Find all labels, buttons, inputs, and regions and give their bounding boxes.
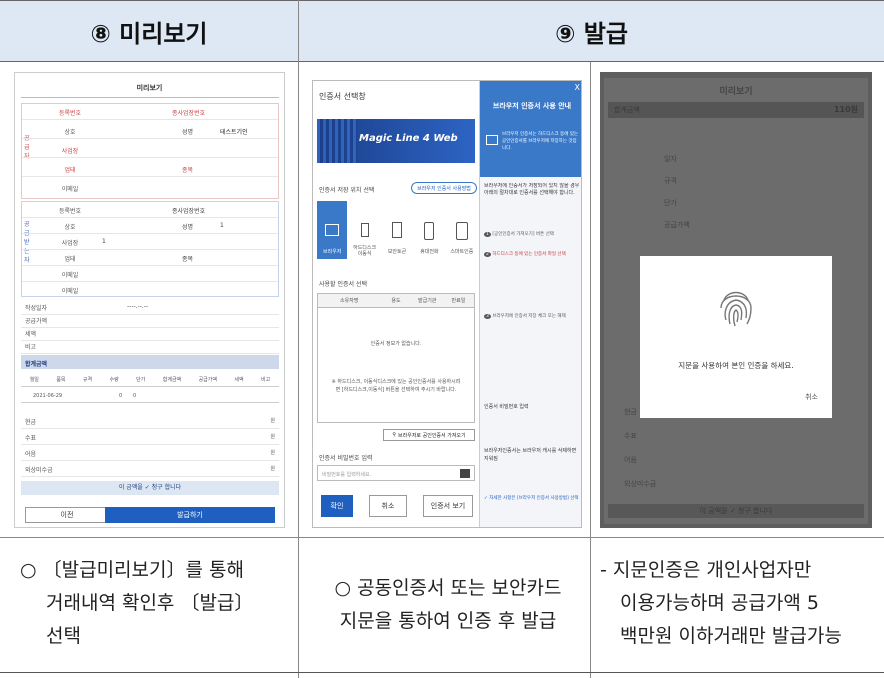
receiver-row-email: 이메일 xyxy=(22,266,278,282)
ok-button[interactable]: 확인 xyxy=(321,495,353,517)
info-header: X 브라우저 인증서 사용 안내 브라우저 인증서는 하드디스크 등에 있는 공… xyxy=(480,81,581,177)
cert-title: 인증서 선택창 xyxy=(319,92,366,101)
prev-button[interactable]: 이전 xyxy=(25,507,109,523)
cert-list-label: 사용할 인증서 선택 xyxy=(319,281,367,288)
fingerprint-icon xyxy=(720,291,752,327)
supplier-row-email: 이메일 xyxy=(61,186,79,193)
browser-cert-help-button[interactable]: 브라우저 인증서 사용방법 xyxy=(411,182,477,194)
fingerprint-modal: 지문을 사용하여 본인 인증을 하세요. 취소 xyxy=(640,256,832,418)
storage-harddisk[interactable]: 하드디스크 이동식 xyxy=(349,201,379,259)
receiver-row-email2: 이메일 xyxy=(61,288,79,295)
browser-icon xyxy=(325,224,340,236)
header-issue: ⑨ 발급 xyxy=(298,0,884,62)
info-icon xyxy=(486,135,498,145)
smartphone-icon xyxy=(455,222,468,240)
item-row: 2021-06-29 0 0 xyxy=(21,389,279,403)
fingerprint-panel: 미리보기 합계금액 110원 일자 규격 단가 공급가액 현금 수표 어음 외상… xyxy=(600,72,872,528)
total-row: 합계금액 xyxy=(21,355,279,369)
storage-phone[interactable]: 휴대전화 xyxy=(414,201,444,259)
receiver-row-addr: 사업장 1 xyxy=(22,234,278,250)
storage-options: 브라우저 하드디스크 이동식 보안토큰 휴대전화 스마트인증 xyxy=(317,201,477,259)
storage-browser[interactable]: 브라우저 xyxy=(317,201,348,259)
step-2-badge: 2 xyxy=(484,252,491,257)
password-input[interactable]: 비밀번호를 입력하세요. xyxy=(317,465,475,481)
usb-icon xyxy=(360,223,369,237)
cert-hint: ※ 하드디스크, 이동식디스크에 있는 공인인증서를 사용하시려면 [하드디스크… xyxy=(331,379,461,393)
no-cert-text: 인증서 정보가 없습니다. xyxy=(370,341,422,347)
supplier-row-reg: 등록번호 종사업장번호 xyxy=(22,104,278,120)
bottom-rule xyxy=(0,672,884,673)
cancel-button[interactable]: 취소 xyxy=(369,495,407,517)
password-label: 인증서 비밀번호 입력 xyxy=(319,455,373,462)
cert-panel: 인증서 선택창 Magic Line 4 Web 인증서 저장 위치 선택 브라… xyxy=(312,80,582,528)
claim-text: 이 금액을 ✓ 청구 합니다 xyxy=(21,481,279,495)
cert-table: 소유자명 용도 발급기관 만료일 인증서 정보가 없습니다. ※ 하드디스크, … xyxy=(317,293,475,423)
receiver-row-reg: 등록번호 종사업장번호 xyxy=(22,202,278,218)
fingerprint-prompt: 지문을 사용하여 본인 인증을 하세요. xyxy=(678,361,794,370)
supplier-row-addr: 사업장 xyxy=(22,142,278,158)
caption-col3: - 지문인증은 개인사업자만 이용가능하며 공급가액 5 백만원 이하거래만 발… xyxy=(600,559,842,647)
storage-label: 인증서 저장 위치 선택 xyxy=(319,187,375,194)
receiver-row-biz: 업태 종목 xyxy=(22,250,278,266)
receiver-row-name: 상호 성명 1 xyxy=(22,218,278,234)
preview-panel: 미리보기 공급자 등록번호 종사업장번호 상호 성명 테스트기인 사업장 업태 종목 이… xyxy=(14,72,285,528)
storage-smart[interactable]: 스마트인증 xyxy=(447,201,477,259)
summary-block: 작성일자 ----.--.-- 공급가액 세액 비고 xyxy=(21,299,279,354)
payment-block: 현금 원 수표 원 어음 원 외상미수금 원 xyxy=(21,413,279,477)
supplier-block: 공급자 등록번호 종사업장번호 상호 성명 테스트기인 사업장 업태 종목 이메일 xyxy=(21,103,279,199)
col-divider-1 xyxy=(298,0,299,678)
keyboard-icon[interactable] xyxy=(460,469,470,478)
caption-col2: ○ 공동인증서 또는 보안카드 지문을 통하여 인증 후 발급 xyxy=(334,577,562,632)
magicline-logo: Magic Line 4 Web xyxy=(317,119,475,163)
supplier-row-biz: 업태 종목 xyxy=(22,161,278,177)
caption-col1: ○ 〔발급미리보기〕를 통해 거래내역 확인후 〔발급〕 선택 xyxy=(20,559,254,647)
search-icon: ⚲ xyxy=(392,432,397,438)
receiver-block: 공급받는자 등록번호 종사업장번호 상호 성명 1 사업장 1 업태 종목 이메일 이메일 xyxy=(21,201,279,297)
cert-main: 인증서 선택창 Magic Line 4 Web 인증서 저장 위치 선택 브라… xyxy=(313,81,478,527)
supplier-row-name: 상호 성명 테스트기인 xyxy=(22,123,278,139)
item-table-header: 월일 품목 규격 수량 단가 합계금액 공급가액 세액 비고 xyxy=(21,373,279,387)
cert-info-sidebar: X 브라우저 인증서 사용 안내 브라우저 인증서는 하드디스크 등에 있는 공… xyxy=(479,81,581,527)
step-3-badge: 3 xyxy=(484,314,491,319)
view-cert-button[interactable]: 인증서 보기 xyxy=(423,495,473,517)
issue-button[interactable]: 발급하기 xyxy=(105,507,275,523)
step-1-badge: 1 xyxy=(484,232,491,237)
preview-title: 미리보기 xyxy=(136,84,163,92)
get-cert-button[interactable]: ⚲ 브라우저로 공인인증서 가져오기 xyxy=(383,429,475,441)
fingerprint-cancel[interactable]: 취소 xyxy=(805,392,818,402)
col-divider-2 xyxy=(590,62,591,678)
storage-token[interactable]: 보안토큰 xyxy=(382,201,412,259)
header-preview: ⑧ 미리보기 xyxy=(0,0,298,62)
close-icon[interactable]: X xyxy=(575,83,580,92)
token-icon xyxy=(392,222,403,238)
caption-rule xyxy=(0,537,884,538)
phone-icon xyxy=(424,222,435,240)
